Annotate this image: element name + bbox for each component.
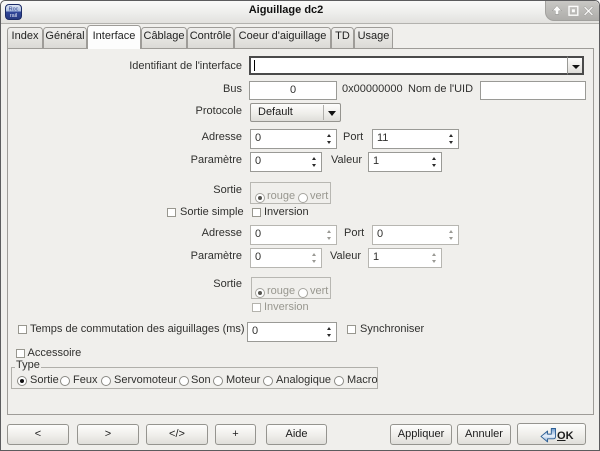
- svg-text:Roc: Roc: [9, 6, 19, 12]
- svg-text:rail: rail: [10, 13, 17, 19]
